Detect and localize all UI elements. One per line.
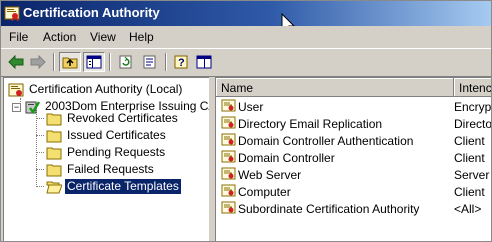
toolbar-separator <box>109 53 111 71</box>
tree-item-certificate-templates[interactable]: Certificate Templates <box>46 178 182 195</box>
show-hide-tree-icon <box>86 55 102 69</box>
tree-label: Issued Certificates <box>67 128 166 142</box>
tree-item-failed-requests[interactable]: Failed Requests <box>46 161 156 178</box>
list-header: Name Intenc <box>216 78 491 97</box>
tree-label: Pending Requests <box>67 145 166 159</box>
template-name: Domain Controller <box>238 151 335 165</box>
back-button[interactable] <box>5 52 27 72</box>
menu-help[interactable]: Help <box>129 30 154 44</box>
list-item[interactable]: User Encryp <box>216 98 492 115</box>
tree-connector <box>36 108 37 187</box>
forward-button[interactable] <box>27 52 49 72</box>
template-name: Web Server <box>238 168 302 182</box>
folder-icon <box>46 147 62 159</box>
ca-server-check-icon <box>25 100 40 114</box>
show-hide-console-tree-button[interactable] <box>83 52 105 72</box>
export-list-icon <box>143 55 156 69</box>
certificate-template-icon <box>221 116 236 129</box>
tree-connector <box>36 152 44 153</box>
tree-label-root: Certification Authority (Local) <box>29 82 183 96</box>
list-item[interactable]: Domain Controller Client <box>216 149 491 166</box>
content-area: Certification Authority (Local) − 2003Do… <box>1 77 491 241</box>
list-item[interactable]: Directory Email Replication Directo <box>216 115 492 132</box>
template-purpose: Directo <box>454 117 492 131</box>
template-purpose: <All> <box>454 202 482 216</box>
window: Certification Authority File Action View… <box>0 0 492 242</box>
certificate-template-icon <box>221 133 236 146</box>
refresh-button[interactable] <box>115 52 137 72</box>
tree-item-root[interactable]: Certification Authority (Local) <box>8 81 184 98</box>
refresh-icon <box>119 55 132 69</box>
column-header-intended-purpose[interactable]: Intenc <box>454 78 491 97</box>
tree-item-pending-requests[interactable]: Pending Requests <box>46 144 167 161</box>
tree-label: Certificate Templates <box>64 178 182 195</box>
help-button[interactable]: ? <box>171 52 193 72</box>
tree-item-revoked-certificates[interactable]: Revoked Certificates <box>46 110 180 127</box>
toolbar-separator <box>165 53 167 71</box>
tree-item-issued-certificates[interactable]: Issued Certificates <box>46 127 168 144</box>
template-name: Directory Email Replication <box>238 117 383 131</box>
menu-action[interactable]: Action <box>43 30 76 44</box>
collapse-toggle[interactable]: − <box>12 103 21 112</box>
tree-connector <box>36 186 44 187</box>
certification-authority-icon <box>4 6 20 21</box>
tree-connector <box>36 118 44 119</box>
help-icon: ? <box>174 55 188 69</box>
template-purpose: Encryp <box>454 100 492 114</box>
template-purpose: Server <box>454 168 490 182</box>
console-view-button[interactable] <box>193 52 215 72</box>
menu-view[interactable]: View <box>90 30 116 44</box>
menu-file[interactable]: File <box>9 30 28 44</box>
template-name: Subordinate Certification Authority <box>238 202 420 216</box>
up-one-level-button[interactable] <box>59 52 81 72</box>
list-item[interactable]: Computer Client <box>216 183 491 200</box>
toolbar-separator <box>53 53 55 71</box>
template-purpose: Client <box>454 134 485 148</box>
folder-icon <box>46 113 62 125</box>
folder-icon <box>46 164 62 176</box>
template-name: User <box>238 100 264 114</box>
list-item[interactable]: Subordinate Certification Authority <All… <box>216 200 491 217</box>
certificate-template-icon <box>221 201 236 214</box>
template-purpose: Client <box>454 151 485 165</box>
template-name: Domain Controller Authentication <box>238 134 414 148</box>
menu-bar: File Action View Help <box>1 26 491 48</box>
tree-connector <box>36 135 44 136</box>
console-tree[interactable]: Certification Authority (Local) − 2003Do… <box>3 77 210 241</box>
console-view-icon <box>196 55 212 69</box>
folder-icon <box>46 130 62 142</box>
certificate-template-icon <box>221 150 236 163</box>
certification-authority-icon <box>8 83 24 96</box>
open-folder-icon <box>46 181 62 193</box>
certificate-template-icon <box>221 167 236 180</box>
list-item[interactable]: Web Server Server <box>216 166 491 183</box>
title-bar[interactable]: Certification Authority <box>1 1 491 26</box>
details-list[interactable]: Name Intenc User Encryp Directory Email … <box>215 77 492 241</box>
export-list-button[interactable] <box>139 52 161 72</box>
template-purpose: Client <box>454 185 485 199</box>
certificate-template-icon <box>221 184 236 197</box>
back-arrow-icon <box>8 55 24 69</box>
certificate-template-icon <box>221 99 236 112</box>
tree-label: Revoked Certificates <box>67 111 178 125</box>
column-header-name[interactable]: Name <box>216 78 454 97</box>
tree-label: Failed Requests <box>67 162 154 176</box>
tree-connector <box>36 169 44 170</box>
template-name: Computer <box>238 185 291 199</box>
up-folder-icon <box>62 57 78 69</box>
list-item[interactable]: Domain Controller Authentication Client <box>216 132 491 149</box>
toolbar: ? <box>1 48 491 77</box>
forward-arrow-icon <box>30 55 46 69</box>
svg-text:?: ? <box>178 57 185 69</box>
window-title: Certification Authority <box>23 5 160 20</box>
